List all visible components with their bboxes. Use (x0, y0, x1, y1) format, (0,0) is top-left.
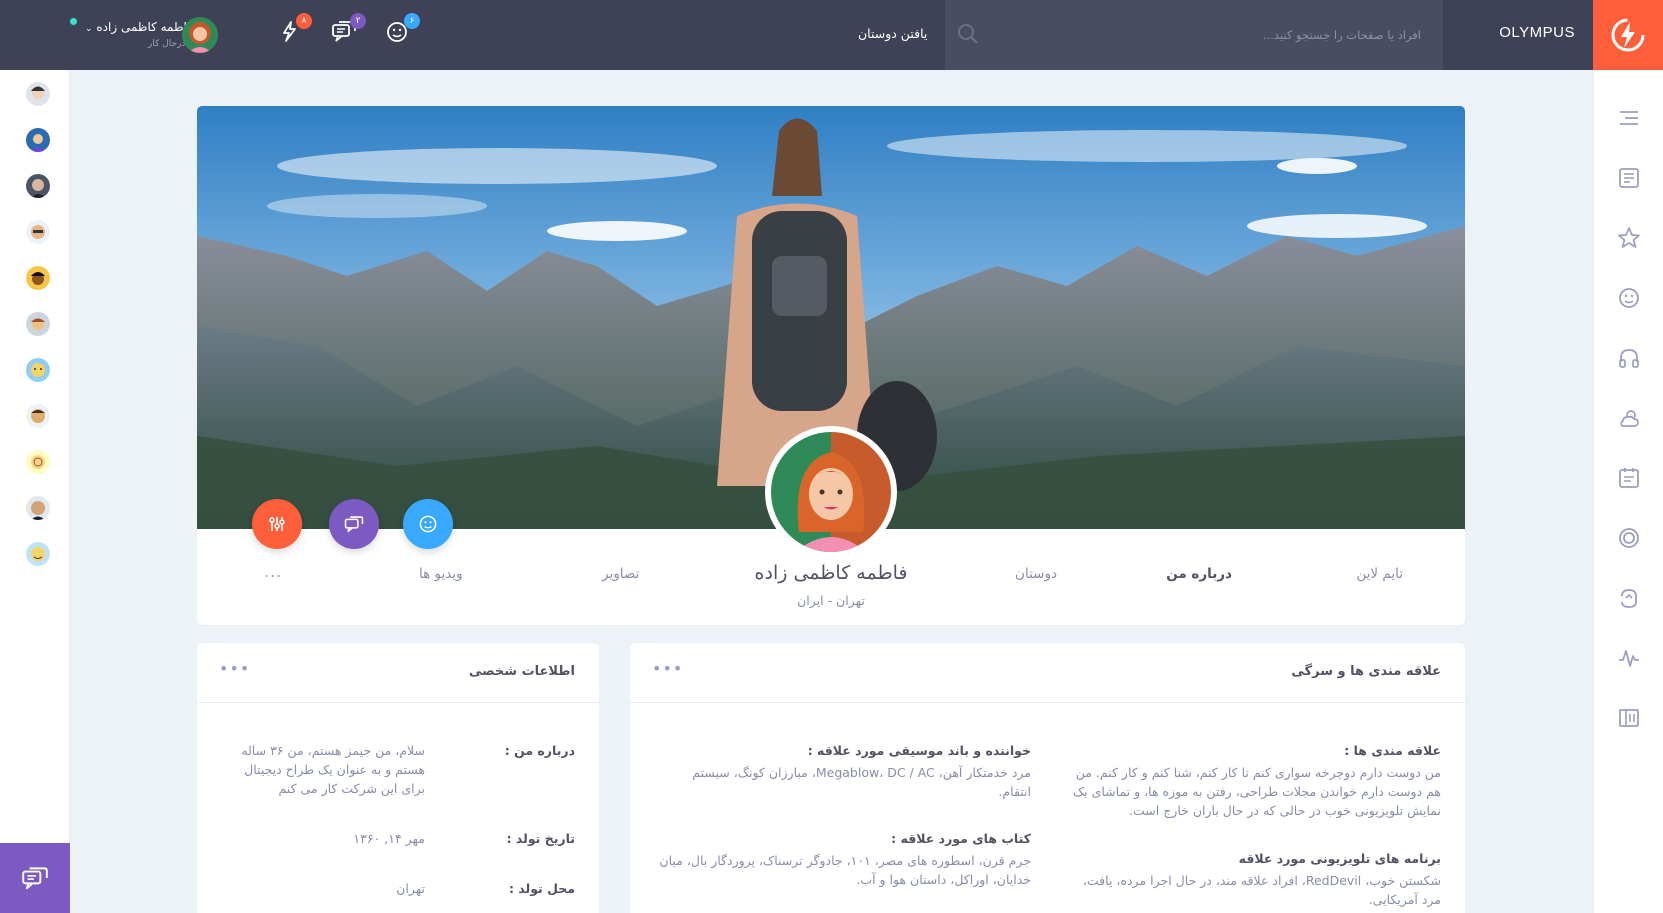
friend-avatar[interactable] (26, 128, 50, 152)
interests-title: علاقه مندی ها و سرگی (1291, 664, 1441, 679)
tv-title: برنامه های تلویزیونی مورد علاقه (1238, 851, 1441, 866)
personal-info-header: اطلاعات شخصی ••• (197, 643, 599, 703)
profile-location: تهران - ایران (797, 593, 865, 608)
header-user-name[interactable]: فاطمه کاظمی زاده ⌄ (85, 20, 193, 34)
about-me-value: سلام، من جیمز هستم، من ۳۶ ساله هستم و به… (241, 743, 425, 796)
tab-photos[interactable]: تصاویر (602, 566, 639, 582)
books-title: کتاب های مورد علاقه : (891, 831, 1031, 846)
about-me-label: درباره من : (504, 743, 575, 758)
music-title: خواننده و باند موسیقی مورد علاقه : (807, 743, 1031, 758)
friend-avatar[interactable] (26, 174, 50, 198)
friend-avatar[interactable] (26, 312, 50, 336)
happy-face-icon[interactable] (1617, 286, 1641, 310)
birthplace-value: تهران (396, 881, 425, 896)
tab-videos[interactable]: ویدیو ها (419, 566, 463, 582)
settings-button[interactable] (252, 499, 302, 549)
friend-avatar[interactable] (26, 358, 50, 382)
weather-icon[interactable] (1617, 406, 1641, 430)
friend-avatar[interactable] (26, 450, 50, 474)
notifications-icon[interactable]: ۸ (276, 13, 312, 48)
profile-card: تایم لاین درباره من دوستان فاطمه کاظمی ز… (197, 106, 1465, 625)
chevron-down-icon[interactable]: ⌄ (85, 24, 93, 34)
menu-icon[interactable] (1617, 106, 1641, 130)
star-icon[interactable] (1617, 226, 1641, 250)
profile-avatar[interactable] (765, 426, 897, 558)
friend-avatar[interactable] (26, 82, 50, 106)
search-bar (945, 0, 1443, 70)
friend-avatar[interactable] (26, 404, 50, 428)
notifications-badge: ۸ (296, 13, 312, 29)
more-options-icon[interactable]: ••• (652, 659, 683, 678)
birthday-label: تاریخ تولد : (506, 831, 575, 846)
birthplace-label: محل تولد : (508, 881, 575, 896)
books-block: کتاب های مورد علاقه : جرم قرن، اسطوره ها… (659, 829, 1031, 889)
nav-sidebar (1593, 70, 1663, 913)
calendar-icon[interactable] (1617, 466, 1641, 490)
logo-icon[interactable] (1593, 0, 1663, 70)
top-header: OLYMPUS یافتن دوستان ۶ ۲ ۸ فاطمه کاظمی ز… (0, 0, 1663, 70)
friend-avatar[interactable] (26, 496, 50, 520)
hobbies-block: علاقه مندی ها : من دوست دارم دوچرخه سوار… (1069, 741, 1441, 820)
search-icon[interactable] (957, 23, 979, 49)
chat-icon[interactable] (0, 843, 70, 913)
personal-info-title: اطلاعات شخصی (468, 664, 575, 679)
friend-avatar[interactable] (26, 542, 50, 566)
header-user-status: درحال کار (148, 39, 186, 49)
interests-header: علاقه مندی ها و سرگی ••• (630, 643, 1465, 703)
manage-widgets-icon[interactable] (1617, 706, 1641, 730)
tv-text: شکستن خوب، RedDevil، افراد علاقه مند، در… (1082, 873, 1441, 907)
books-text: جرم قرن، اسطوره های مصر، ۱۰۱، جادوگر ترس… (659, 853, 1031, 887)
friend-requests-icon[interactable]: ۶ (384, 13, 420, 48)
birthday-value: مهر ۱۴, ۱۳۶۰ (353, 831, 425, 846)
more-options-icon[interactable]: ••• (219, 659, 250, 678)
interests-widget: علاقه مندی ها و سرگی ••• علاقه مندی ها :… (630, 643, 1465, 913)
header-user-name-text: فاطمه کاظمی زاده (96, 20, 193, 34)
search-input[interactable] (1041, 20, 1421, 50)
messages-badge: ۲ (350, 13, 366, 29)
online-status-dot (70, 18, 77, 25)
badge-icon[interactable] (1617, 526, 1641, 550)
music-block: خواننده و باند موسیقی مورد علاقه : مرد خ… (659, 741, 1031, 801)
friend-avatar[interactable] (26, 220, 50, 244)
stats-icon[interactable] (1617, 646, 1641, 670)
find-friends-link[interactable]: یافتن دوستان (858, 26, 927, 41)
add-friend-button[interactable] (403, 499, 453, 549)
music-text: مرد خدمتکار آهن، Megablow، DC / AC، مبار… (692, 765, 1031, 799)
friend-requests-badge: ۶ (404, 13, 420, 29)
message-button[interactable] (329, 499, 379, 549)
hobbies-title: علاقه مندی ها : (1344, 743, 1441, 758)
profile-name: فاطمه کاظمی زاده (754, 562, 908, 584)
personal-info-widget: اطلاعات شخصی ••• درباره من : سلام، من جی… (197, 643, 599, 913)
headphones-icon[interactable] (1617, 346, 1641, 370)
header-avatar[interactable] (182, 17, 218, 53)
messages-icon[interactable]: ۲ (330, 13, 366, 48)
tv-block: برنامه های تلویزیونی مورد علاقه شکستن خو… (1069, 849, 1441, 909)
friends-sidebar (0, 70, 70, 913)
hobbies-text: من دوست دارم دوچرخه سواری کنم تا کار کنم… (1072, 765, 1441, 818)
music-icon[interactable] (1617, 586, 1641, 610)
brand-name[interactable]: OLYMPUS (1499, 24, 1575, 41)
more-tabs-icon[interactable]: ... (264, 562, 282, 581)
newsfeed-icon[interactable] (1617, 166, 1641, 190)
friend-avatar[interactable] (26, 266, 50, 290)
